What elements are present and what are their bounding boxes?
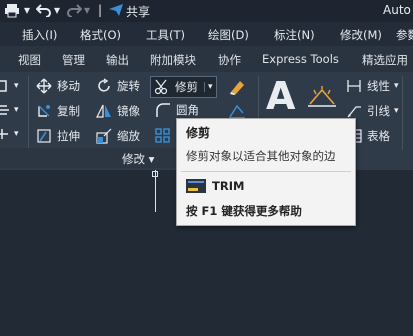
fillet-label: 圆角 [176, 103, 199, 117]
tooltip-command: TRIM [186, 179, 244, 193]
leader-button[interactable]: 引线 ▾ [346, 103, 399, 119]
chevron-down-icon[interactable]: ▾ [84, 3, 90, 17]
title-bar: ▾ ▾ ▾ | 共享 Auto [0, 0, 413, 22]
chevron-down-icon[interactable]: ▾ [394, 81, 399, 91]
command-line-icon [186, 179, 206, 193]
menu-parametric[interactable]: 参数 [396, 27, 413, 43]
linear-dim-icon [347, 80, 361, 92]
tab-manage[interactable]: 管理 [62, 52, 85, 68]
text-tool-icon[interactable]: A [266, 74, 295, 118]
chevron-down-icon: ▾ [14, 81, 19, 91]
tooltip-help: 按 F1 键获得更多帮助 [186, 204, 302, 218]
erase-icon[interactable] [228, 78, 246, 96]
explode-icon[interactable] [228, 103, 246, 119]
chevron-down-icon: ▾ [14, 129, 19, 139]
separator: | [98, 3, 103, 17]
cursor-pickbox [152, 171, 158, 177]
fillet-button[interactable]: 圆角 [155, 102, 199, 118]
linear-label: 线性 [367, 79, 390, 93]
rotate-icon [98, 78, 110, 92]
stretch-icon [37, 129, 51, 143]
mirror-button[interactable]: 镜像 [96, 103, 140, 119]
array-button[interactable] [155, 128, 176, 144]
menu-dimension[interactable]: 标注(N) [274, 27, 315, 43]
tab-addins[interactable]: 附加模块 [150, 52, 196, 68]
mirror-label: 镜像 [117, 104, 140, 118]
menu-tools[interactable]: 工具(T) [146, 27, 185, 43]
chevron-down-icon[interactable]: ▾ [394, 106, 399, 116]
share-icon[interactable] [108, 3, 124, 20]
trim-button[interactable]: 修剪 ▾ [150, 76, 217, 98]
tab-output[interactable]: 输出 [106, 52, 129, 68]
partial-tool-icon[interactable]: ▾ [0, 79, 19, 93]
menu-modify[interactable]: 修改(M) [340, 27, 382, 43]
copy-button[interactable]: 复制 [36, 103, 80, 119]
tab-featured-apps[interactable]: 精选应用 [362, 52, 408, 68]
tooltip-command-name: TRIM [212, 179, 245, 193]
move-label: 移动 [57, 79, 80, 93]
tooltip-divider [181, 171, 351, 172]
scale-icon [96, 128, 112, 144]
tooltip-description: 修剪对象以适合其他对象的边 [186, 149, 336, 163]
menu-insert[interactable]: 插入(I) [22, 27, 57, 43]
share-label[interactable]: 共享 [126, 3, 150, 20]
fillet-icon [156, 103, 170, 117]
chevron-down-icon[interactable]: ▾ [54, 3, 60, 17]
menu-draw[interactable]: 绘图(D) [208, 27, 249, 43]
chevron-down-icon: ▾ [14, 105, 19, 115]
mirror-icon [96, 104, 111, 118]
leader-icon [347, 106, 361, 118]
tab-view[interactable]: 视图 [18, 52, 41, 68]
print-icon[interactable] [4, 3, 20, 21]
tab-express-tools[interactable]: Express Tools [262, 52, 339, 66]
trim-label: 修剪 [175, 80, 198, 94]
move-icon [36, 78, 52, 94]
scale-button[interactable]: 缩放 [96, 128, 140, 144]
divider [28, 76, 29, 150]
rotate-button[interactable]: 旋转 [96, 78, 140, 94]
menu-format[interactable]: 格式(O) [80, 27, 121, 43]
app-title: Auto [383, 3, 411, 17]
undo-icon[interactable] [35, 3, 52, 20]
copy-icon [38, 105, 50, 117]
divider [402, 76, 403, 150]
dimension-icon[interactable] [306, 84, 338, 110]
tooltip-title: 修剪 [186, 126, 211, 140]
rotate-label: 旋转 [117, 79, 140, 93]
modify-panel-label[interactable]: 修改 ▾ [122, 151, 154, 167]
tab-collaborate[interactable]: 协作 [218, 52, 241, 68]
menu-bar: 插入(I) 格式(O) 工具(T) 绘图(D) 标注(N) 修改(M) 参数 [0, 22, 413, 46]
partial-tool-icon[interactable]: ▾ [0, 103, 19, 117]
leader-label: 引线 [367, 104, 390, 118]
stretch-button[interactable]: 拉伸 [36, 128, 80, 144]
chevron-down-icon[interactable]: ▾ [24, 3, 30, 17]
ribbon-tab-bar: 视图 管理 输出 附加模块 协作 Express Tools 精选应用 [0, 46, 413, 73]
table-label: 表格 [367, 129, 390, 143]
move-button[interactable]: 移动 [36, 78, 80, 94]
partial-tool-icon[interactable]: ▾ [0, 127, 19, 141]
scissors-icon [154, 79, 168, 95]
redo-icon[interactable] [66, 3, 83, 20]
linear-dim-button[interactable]: 线性 ▾ [346, 78, 399, 94]
trim-tooltip: 修剪 修剪对象以适合其他对象的边 TRIM 按 F1 键获得更多帮助 [176, 118, 356, 226]
stretch-label: 拉伸 [57, 129, 80, 143]
array-icon [155, 128, 170, 143]
scale-label: 缩放 [117, 129, 140, 143]
chevron-down-icon[interactable]: ▾ [204, 82, 213, 92]
copy-label: 复制 [57, 104, 80, 118]
